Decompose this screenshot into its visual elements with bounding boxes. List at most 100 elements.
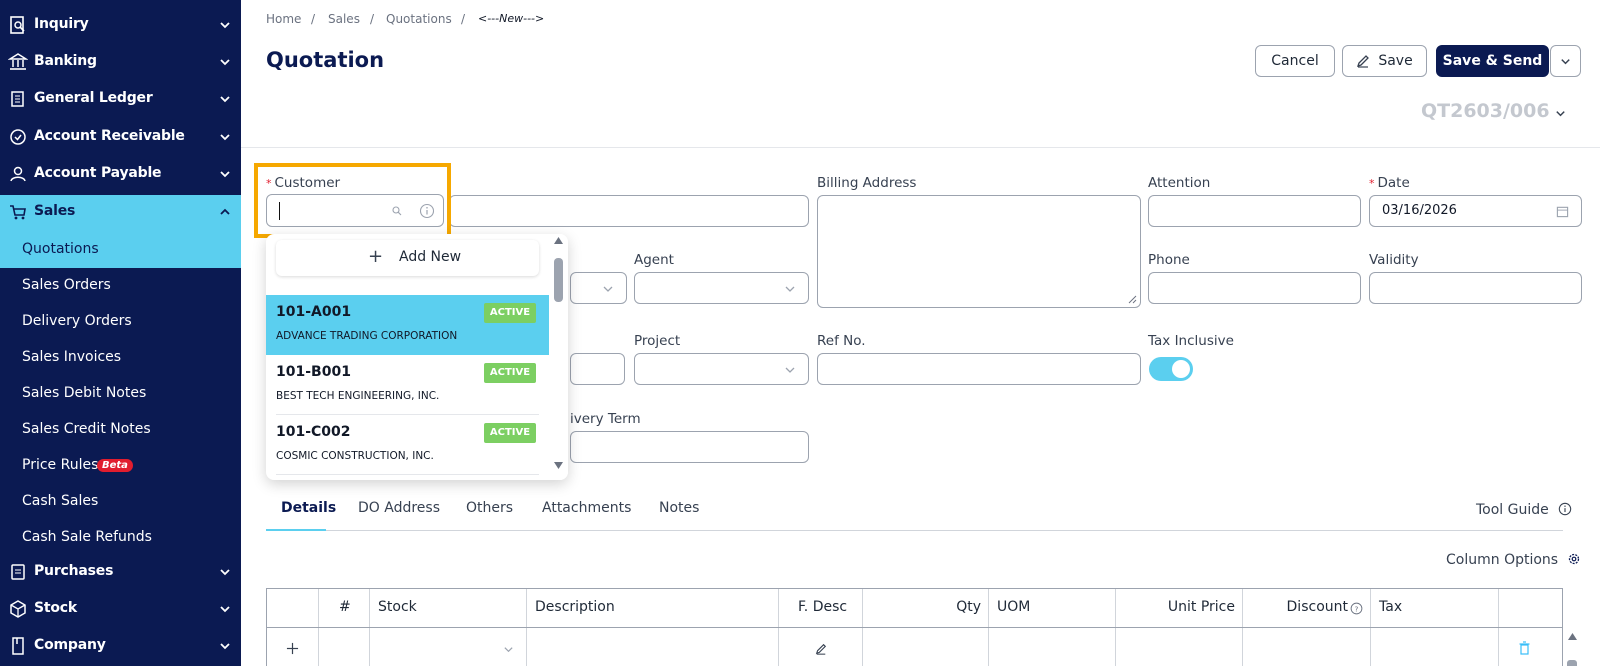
calendar-icon[interactable] (1556, 205, 1569, 218)
tab-notes[interactable]: Notes (659, 500, 699, 516)
cancel-button[interactable]: Cancel (1255, 45, 1335, 77)
add-new-customer-button[interactable]: + Add New (276, 240, 539, 276)
column-header-description[interactable]: Description (527, 589, 779, 627)
sidebar-sub-sales-invoices[interactable]: Sales Invoices (0, 340, 241, 376)
sidebar-item-account-receivable[interactable]: Account Receivable (0, 120, 241, 154)
column-header-num[interactable]: # (319, 589, 370, 627)
resize-handle-icon[interactable] (1128, 295, 1137, 304)
fdesc-cell[interactable] (779, 628, 863, 666)
partial-select-field[interactable] (570, 272, 627, 304)
payable-icon (10, 166, 26, 182)
column-header-tax[interactable]: Tax (1371, 589, 1499, 627)
sidebar-sub-sales-debit-notes[interactable]: Sales Debit Notes (0, 376, 241, 412)
sidebar-item-sales[interactable]: Sales (0, 195, 241, 232)
scroll-down-icon[interactable] (553, 461, 564, 470)
drag-handle-cell[interactable] (267, 628, 319, 666)
customer-option[interactable]: 101-C002 COSMIC CONSTRUCTION, INC. ACTIV… (266, 415, 549, 475)
sidebar-item-purchases[interactable]: Purchases (0, 555, 241, 589)
column-header-unit-price[interactable]: Unit Price (1116, 589, 1243, 627)
description-cell[interactable] (527, 628, 779, 666)
customer-name: ADVANCE TRADING CORPORATION (276, 330, 458, 342)
sidebar-item-company[interactable]: Company (0, 629, 241, 663)
scroll-up-icon[interactable] (553, 236, 564, 245)
column-header-fdesc[interactable]: F. Desc (779, 589, 863, 627)
purchases-icon (11, 564, 25, 580)
sidebar-sub-label: Cash Sale Refunds (22, 529, 152, 545)
trash-icon[interactable] (1518, 641, 1531, 655)
validity-field[interactable] (1369, 272, 1582, 304)
customer-option[interactable]: 101-B001 BEST TECH ENGINEERING, INC. ACT… (266, 355, 549, 415)
svg-text:?: ? (1355, 604, 1359, 613)
sidebar-sub-sales-orders[interactable]: Sales Orders (0, 268, 241, 304)
tool-guide-link[interactable]: Tool Guide (1476, 500, 1572, 518)
tab-details[interactable]: Details (281, 500, 336, 516)
chevron-down-icon (220, 171, 230, 178)
sidebar-item-banking[interactable]: Banking (0, 45, 241, 79)
table-scroll-thumb[interactable] (1567, 660, 1577, 666)
sidebar-sub-sales-credit-notes[interactable]: Sales Credit Notes (0, 412, 241, 448)
customer-option[interactable]: 101-A001 ADVANCE TRADING CORPORATION ACT… (266, 295, 549, 355)
breadcrumb-sales[interactable]: Sales (328, 12, 360, 26)
qty-cell[interactable] (863, 628, 989, 666)
attention-field[interactable] (1148, 195, 1361, 227)
column-header-label: Stock (378, 599, 417, 615)
discount-cell[interactable] (1243, 628, 1371, 666)
breadcrumb-separator: / (370, 12, 375, 26)
breadcrumb-home[interactable]: Home (266, 12, 301, 26)
sidebar-sub-cash-sales[interactable]: Cash Sales (0, 484, 241, 520)
stock-select-cell[interactable] (370, 628, 527, 666)
uom-cell[interactable] (989, 628, 1116, 666)
move-icon[interactable] (286, 642, 299, 655)
sidebar-item-inquiry[interactable]: Inquiry (0, 8, 241, 42)
ref-no-field[interactable] (817, 353, 1141, 385)
scroll-thumb[interactable] (554, 258, 563, 302)
inquiry-icon (10, 16, 25, 34)
customer-highlight-box (254, 163, 451, 238)
tab-do-address[interactable]: DO Address (358, 500, 440, 516)
column-header-uom[interactable]: UOM (989, 589, 1116, 627)
sidebar-item-account-payable[interactable]: Account Payable (0, 157, 241, 191)
column-header-label: UOM (997, 599, 1031, 615)
help-icon[interactable]: ? (1350, 602, 1363, 615)
save-send-button-label: Save & Send (1442, 53, 1543, 69)
sidebar-item-general-ledger[interactable]: General Ledger (0, 82, 241, 116)
delivery-term-field[interactable] (570, 431, 809, 463)
project-select[interactable] (634, 353, 809, 385)
sidebar-sub-cash-sale-refunds[interactable]: Cash Sale Refunds (0, 520, 241, 556)
save-send-button[interactable]: Save & Send (1436, 45, 1549, 77)
column-header-label: Description (535, 599, 615, 615)
tab-attachments[interactable]: Attachments (542, 500, 631, 516)
customer-code: 101-C002 (276, 424, 351, 440)
sidebar-sub-label: Sales Debit Notes (22, 385, 147, 401)
unit-price-cell[interactable] (1116, 628, 1243, 666)
doc-number-chevron-icon[interactable] (1554, 107, 1567, 120)
date-label: * Date (1369, 175, 1410, 191)
info-icon (1559, 502, 1572, 516)
date-field[interactable]: 03/16/2026 (1369, 195, 1582, 227)
column-header-discount[interactable]: Discount ? (1243, 589, 1371, 627)
save-button-label: Save (1378, 53, 1413, 69)
column-options-button[interactable]: Column Options (1446, 550, 1581, 568)
billing-address-textarea[interactable] (817, 195, 1141, 308)
column-header-qty[interactable]: Qty (863, 589, 989, 627)
dropdown-scrollbar[interactable] (549, 234, 568, 480)
agent-label: Agent (634, 252, 674, 268)
save-button[interactable]: Save (1342, 45, 1427, 77)
agent-select[interactable] (634, 272, 809, 304)
required-icon: * (1369, 177, 1375, 190)
pencil-icon[interactable] (815, 643, 827, 655)
table-scroll-up-icon[interactable] (1567, 632, 1578, 641)
phone-field[interactable] (1148, 272, 1361, 304)
tax-inclusive-toggle[interactable] (1149, 357, 1193, 381)
sidebar-sub-price-rules[interactable]: Price Rules Beta (0, 448, 241, 484)
sidebar-sub-delivery-orders[interactable]: Delivery Orders (0, 304, 241, 340)
breadcrumb-quotations[interactable]: Quotations (386, 12, 452, 26)
sidebar-sub-quotations[interactable]: Quotations (0, 232, 241, 268)
tab-others[interactable]: Others (466, 500, 513, 516)
column-header-stock[interactable]: Stock (370, 589, 527, 627)
sidebar-item-stock[interactable]: Stock (0, 592, 241, 626)
save-options-dropdown[interactable] (1550, 45, 1581, 77)
partial-text-field[interactable] (570, 353, 625, 385)
customer-name-field[interactable] (449, 195, 809, 227)
tax-cell[interactable] (1371, 628, 1499, 666)
